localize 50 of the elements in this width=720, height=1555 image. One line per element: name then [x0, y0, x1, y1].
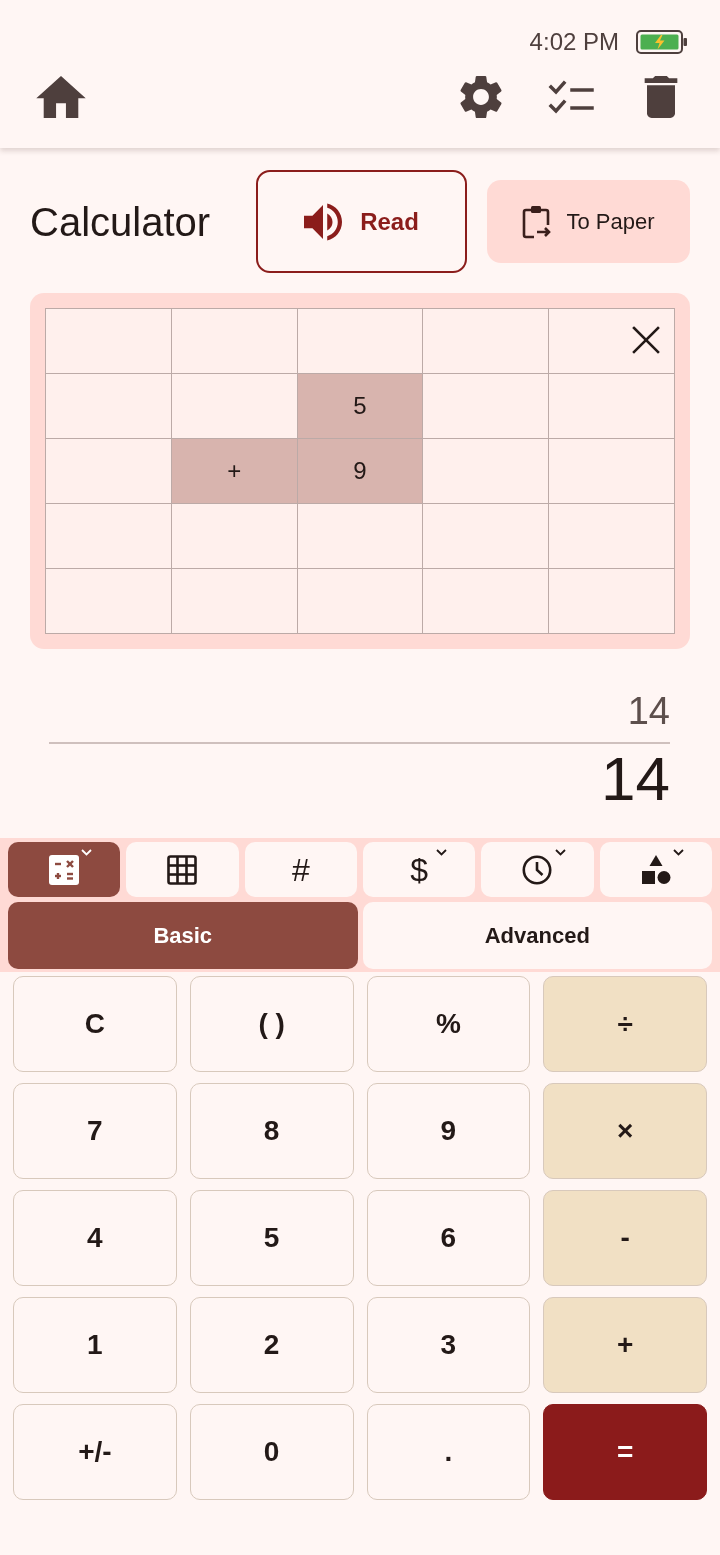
key-button[interactable]: ×	[543, 1083, 707, 1179]
key-button[interactable]: =	[543, 1404, 707, 1500]
key-button[interactable]: .	[366, 1404, 531, 1500]
page-title: Calculator	[30, 198, 211, 246]
grid-icon	[167, 854, 198, 885]
key-button[interactable]: -	[543, 1190, 707, 1286]
grid-cell: 9	[297, 439, 424, 504]
key-button[interactable]: 6	[366, 1190, 531, 1286]
key-button[interactable]: ÷	[543, 976, 707, 1072]
category-tab[interactable]: #	[244, 842, 357, 897]
category-tab[interactable]	[8, 842, 121, 897]
grid-cell: +	[171, 439, 298, 504]
category-tab[interactable]	[599, 842, 712, 897]
to-paper-button[interactable]: To Paper	[487, 180, 690, 263]
key-button[interactable]: 9	[366, 1083, 531, 1179]
home-icon	[36, 76, 86, 118]
shapes-icon	[639, 853, 672, 886]
read-aloud-button[interactable]: Read	[256, 170, 467, 273]
result-value: 14	[601, 744, 670, 814]
key-button[interactable]: 3	[366, 1297, 531, 1393]
category-tab[interactable]: $	[363, 842, 476, 897]
speaker-icon	[304, 202, 343, 241]
clipboard-arrow-icon	[522, 204, 553, 239]
settings-icon	[459, 75, 503, 119]
key-button[interactable]: %	[366, 976, 531, 1072]
preview-result: 14	[627, 689, 670, 733]
close-button[interactable]	[632, 326, 660, 354]
status-time: 4:02 PM	[529, 27, 619, 56]
mode-tab[interactable]: Basic	[8, 902, 358, 969]
key-button[interactable]: 0	[189, 1404, 354, 1500]
battery-icon	[636, 29, 688, 54]
key-button[interactable]: +	[543, 1297, 707, 1393]
key-button[interactable]: 2	[189, 1297, 354, 1393]
mode-tab[interactable]: Advanced	[362, 902, 712, 969]
key-button[interactable]: 5	[189, 1190, 354, 1286]
key-button[interactable]: +/-	[13, 1404, 177, 1500]
key-button[interactable]: 4	[13, 1190, 177, 1286]
key-button[interactable]: 1	[13, 1297, 177, 1393]
grid-cell: 5	[297, 374, 424, 439]
category-tab[interactable]	[126, 842, 239, 897]
category-tab[interactable]	[481, 842, 594, 897]
close-icon	[632, 326, 660, 354]
clock-icon	[522, 854, 553, 885]
key-button[interactable]: ( )	[189, 976, 354, 1072]
key-button[interactable]: 7	[13, 1083, 177, 1179]
key-button[interactable]: C	[13, 976, 177, 1072]
key-button[interactable]: 8	[189, 1083, 354, 1179]
calculator-icon	[49, 854, 80, 885]
checklist-icon	[548, 78, 594, 116]
trash-icon	[644, 76, 678, 118]
